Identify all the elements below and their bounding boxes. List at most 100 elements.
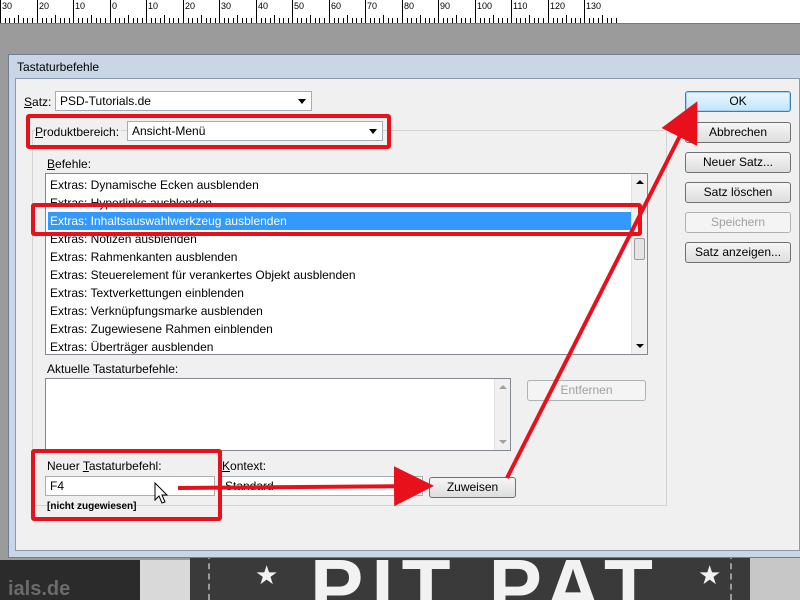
ruler-minor-tick xyxy=(32,18,33,23)
entfernen-button[interactable]: Entfernen xyxy=(527,380,646,401)
ruler-minor-tick xyxy=(192,18,193,23)
ruler-minor-tick xyxy=(197,18,198,23)
ruler-label: 20 xyxy=(39,1,50,11)
befehle-list-item[interactable]: Extras: Dynamische Ecken ausblenden xyxy=(48,176,632,194)
dialog-title: Tastaturbefehle xyxy=(17,60,100,74)
ruler-minor-tick xyxy=(529,15,530,23)
ruler-major-tick xyxy=(475,0,476,23)
ruler-minor-tick xyxy=(356,18,357,23)
ruler-minor-tick xyxy=(334,18,335,23)
ruler-label: 70 xyxy=(367,1,378,11)
befehle-listbox[interactable]: Extras: Überträger ausblenden Extras: Zug… xyxy=(45,173,648,355)
scroll-up-icon[interactable] xyxy=(499,385,507,389)
ruler-minor-tick xyxy=(310,15,311,23)
scroll-thumb[interactable] xyxy=(634,238,645,260)
ruler-minor-tick xyxy=(51,18,52,23)
ruler-minor-tick xyxy=(538,18,539,23)
satz-dropdown[interactable]: PSD-Tutorials.de xyxy=(55,91,312,111)
ruler-minor-tick xyxy=(602,15,603,23)
ruler-minor-tick xyxy=(388,18,389,23)
ruler-major-tick xyxy=(183,0,184,23)
ruler-minor-tick xyxy=(64,18,65,23)
ruler-minor-tick xyxy=(246,18,247,23)
scroll-up-icon[interactable] xyxy=(636,180,644,184)
ruler-minor-tick xyxy=(115,18,116,23)
ruler-minor-tick xyxy=(319,18,320,23)
satz-loeschen-button[interactable]: Satz löschen xyxy=(685,182,791,203)
ruler-minor-tick xyxy=(484,18,485,23)
ruler-label: 100 xyxy=(477,1,493,11)
ruler-minor-tick xyxy=(493,15,494,23)
ruler-minor-tick xyxy=(461,18,462,23)
scroll-down-icon[interactable] xyxy=(636,344,644,348)
ruler-minor-tick xyxy=(489,18,490,23)
scroll-down-icon[interactable] xyxy=(499,440,507,444)
ruler-minor-tick xyxy=(265,18,266,23)
zuweisen-button[interactable]: Zuweisen xyxy=(429,477,516,498)
ruler-minor-tick xyxy=(82,18,83,23)
befehle-list-item[interactable]: Extras: Überträger ausblenden xyxy=(48,338,632,354)
ruler-major-tick xyxy=(402,0,403,23)
ruler-minor-tick xyxy=(352,18,353,23)
ruler-minor-tick xyxy=(128,15,129,23)
ruler-minor-tick xyxy=(607,18,608,23)
ruler-minor-tick xyxy=(593,18,594,23)
ruler-minor-tick xyxy=(151,18,152,23)
ruler-minor-tick xyxy=(534,18,535,23)
ruler-minor-tick xyxy=(429,18,430,23)
ruler-minor-tick xyxy=(261,18,262,23)
ruler-minor-tick xyxy=(616,18,617,23)
ruler-minor-tick xyxy=(288,18,289,23)
ruler-major-tick xyxy=(0,0,1,23)
befehle-list-item[interactable]: Extras: Verknüpfungsmarke ausblenden xyxy=(48,302,632,320)
ruler-minor-tick xyxy=(571,18,572,23)
ruler-minor-tick xyxy=(611,18,612,23)
abbrechen-button[interactable]: Abbrechen xyxy=(685,122,791,143)
canvas-light-strip xyxy=(140,560,190,600)
neuer-satz-button[interactable]: Neuer Satz... xyxy=(685,152,791,173)
ruler-minor-tick xyxy=(206,18,207,23)
watermark-text: ials.de xyxy=(8,578,71,600)
ruler-minor-tick xyxy=(251,18,252,23)
speichern-button[interactable]: Speichern xyxy=(685,212,791,233)
ruler-minor-tick xyxy=(516,18,517,23)
ruler-minor-tick xyxy=(119,18,120,23)
ruler-minor-tick xyxy=(242,18,243,23)
ruler-minor-tick xyxy=(525,18,526,23)
ruler-minor-tick xyxy=(447,18,448,23)
ruler-label: 10 xyxy=(148,1,159,11)
befehle-list-item[interactable]: Extras: Steuerelement für verankertes Ob… xyxy=(48,266,632,284)
horizontal-ruler: 30 20 10 0 10 20 30 40 50 60 70 80 90 100 110 120 130 xyxy=(0,0,800,24)
star-icon: ★ xyxy=(698,560,722,590)
kontext-dropdown[interactable]: Standard xyxy=(220,476,423,496)
ok-button[interactable]: OK xyxy=(685,91,791,112)
befehle-list-item[interactable]: Extras: Rahmenkanten ausblenden xyxy=(48,248,632,266)
annotation-box-neuer-tastaturbefehl xyxy=(31,449,222,521)
ruler-minor-tick xyxy=(507,18,508,23)
ruler-minor-tick xyxy=(164,15,165,23)
ruler-major-tick xyxy=(37,0,38,23)
ruler-minor-tick xyxy=(407,18,408,23)
ruler-minor-tick xyxy=(575,18,576,23)
befehle-list-item[interactable]: Extras: Zugewiesene Rahmen einblenden xyxy=(48,320,632,338)
ruler-minor-tick xyxy=(55,15,56,23)
ruler-minor-tick xyxy=(274,15,275,23)
ruler-minor-tick xyxy=(27,18,28,23)
ruler-minor-tick xyxy=(324,18,325,23)
ruler-minor-tick xyxy=(315,18,316,23)
ruler-minor-tick xyxy=(87,18,88,23)
ruler-minor-tick xyxy=(580,18,581,23)
ruler-minor-tick xyxy=(237,15,238,23)
befehle-list-item[interactable]: Extras: Textverkettungen einblenden xyxy=(48,284,632,302)
ruler-minor-tick xyxy=(361,18,362,23)
satz-anzeigen-button[interactable]: Satz anzeigen... xyxy=(685,242,791,263)
ruler-minor-tick xyxy=(543,18,544,23)
ruler-minor-tick xyxy=(598,18,599,23)
aktuelle-scrollbar[interactable] xyxy=(494,379,510,450)
ruler-major-tick xyxy=(73,0,74,23)
aktuelle-tastaturbefehle-listbox[interactable] xyxy=(45,378,511,451)
befehle-scrollbar[interactable] xyxy=(631,174,647,354)
aktuelle-tastaturbefehle-label: Aktuelle Tastaturbefehle: xyxy=(47,362,179,376)
satz-label: Satz: xyxy=(24,95,52,109)
ruler-minor-tick xyxy=(215,18,216,23)
